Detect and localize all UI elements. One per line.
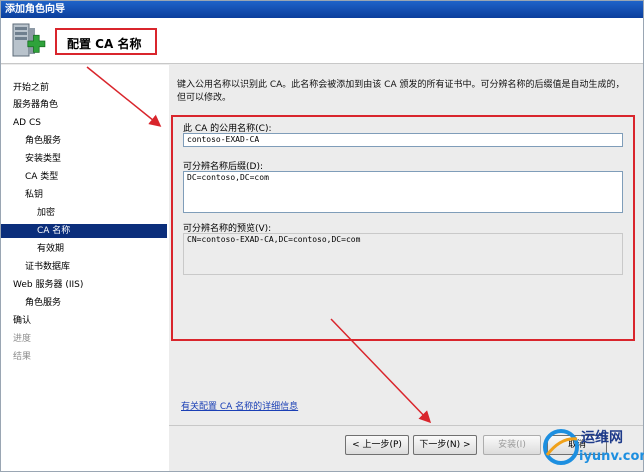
ca-name-help-link[interactable]: 有关配置 CA 名称的详细信息	[181, 399, 298, 412]
watermark-logo-icon	[543, 429, 579, 465]
sidebar-item-setup-type[interactable]: 安装类型	[25, 152, 61, 166]
add-roles-wizard-window: 添加角色向导 配置 CA 名称 开始之前 服务器角色 AD CS 角色服务 安装…	[0, 0, 644, 472]
fields-highlight-box: 此 CA 的公用名称(C): contoso-EXAD-CA 可分辨名称后缀(D…	[171, 115, 635, 341]
sidebar-item-progress: 进度	[13, 334, 32, 344]
sidebar-item-results: 结果	[13, 352, 32, 362]
wizard-content: 键入公用名称以识别此 CA。此名称会被添加到由该 CA 颁发的所有证书中。可分辨…	[169, 65, 643, 425]
server-add-icon	[12, 23, 46, 57]
wizard-header: 配置 CA 名称	[1, 18, 643, 64]
next-button[interactable]: 下一步(N) >	[413, 435, 477, 455]
sidebar-item-confirmation[interactable]: 确认	[13, 314, 31, 328]
sidebar-item-role-services[interactable]: 角色服务	[25, 134, 61, 148]
sidebar-item-role-services-iis[interactable]: 角色服务	[25, 296, 61, 310]
site-watermark: 运维网 iyunv.com	[541, 425, 644, 471]
dn-suffix-input[interactable]: DC=contoso,DC=com	[183, 171, 623, 213]
sidebar-item-ad-cs[interactable]: AD CS	[13, 116, 41, 130]
back-button[interactable]: < 上一步(P)	[345, 435, 409, 455]
instructions-text: 键入公用名称以识别此 CA。此名称会被添加到由该 CA 颁发的所有证书中。可分辨…	[177, 80, 625, 103]
sidebar-item-before-you-begin[interactable]: 开始之前	[13, 81, 49, 95]
sidebar-item-server-roles[interactable]: 服务器角色	[13, 98, 58, 112]
dn-preview-field: CN=contoso-EXAD-CA,DC=contoso,DC=com	[183, 233, 623, 275]
sidebar-item-ca-name[interactable]: CA 名称	[1, 224, 167, 238]
sidebar-item-validity-period[interactable]: 有效期	[37, 242, 64, 256]
watermark-text-cn: 运维网	[581, 430, 623, 446]
page-title: 配置 CA 名称	[67, 37, 142, 51]
common-name-input[interactable]: contoso-EXAD-CA	[183, 133, 623, 147]
watermark-text-url: iyunv.com	[579, 449, 644, 464]
sidebar-item-certificate-database[interactable]: 证书数据库	[25, 260, 70, 274]
sidebar-item-cryptography[interactable]: 加密	[37, 206, 55, 220]
sidebar-item-private-key[interactable]: 私钥	[25, 188, 43, 202]
header-title-highlight: 配置 CA 名称	[55, 28, 157, 55]
wizard-step-sidebar: 开始之前 服务器角色 AD CS 角色服务 安装类型 CA 类型 私钥 加密 C…	[1, 65, 169, 471]
sidebar-item-web-server-iis[interactable]: Web 服务器 (IIS)	[13, 278, 83, 292]
install-button: 安装(I)	[483, 435, 541, 455]
sidebar-item-ca-type[interactable]: CA 类型	[25, 170, 58, 184]
window-title: 添加角色向导	[1, 1, 643, 18]
